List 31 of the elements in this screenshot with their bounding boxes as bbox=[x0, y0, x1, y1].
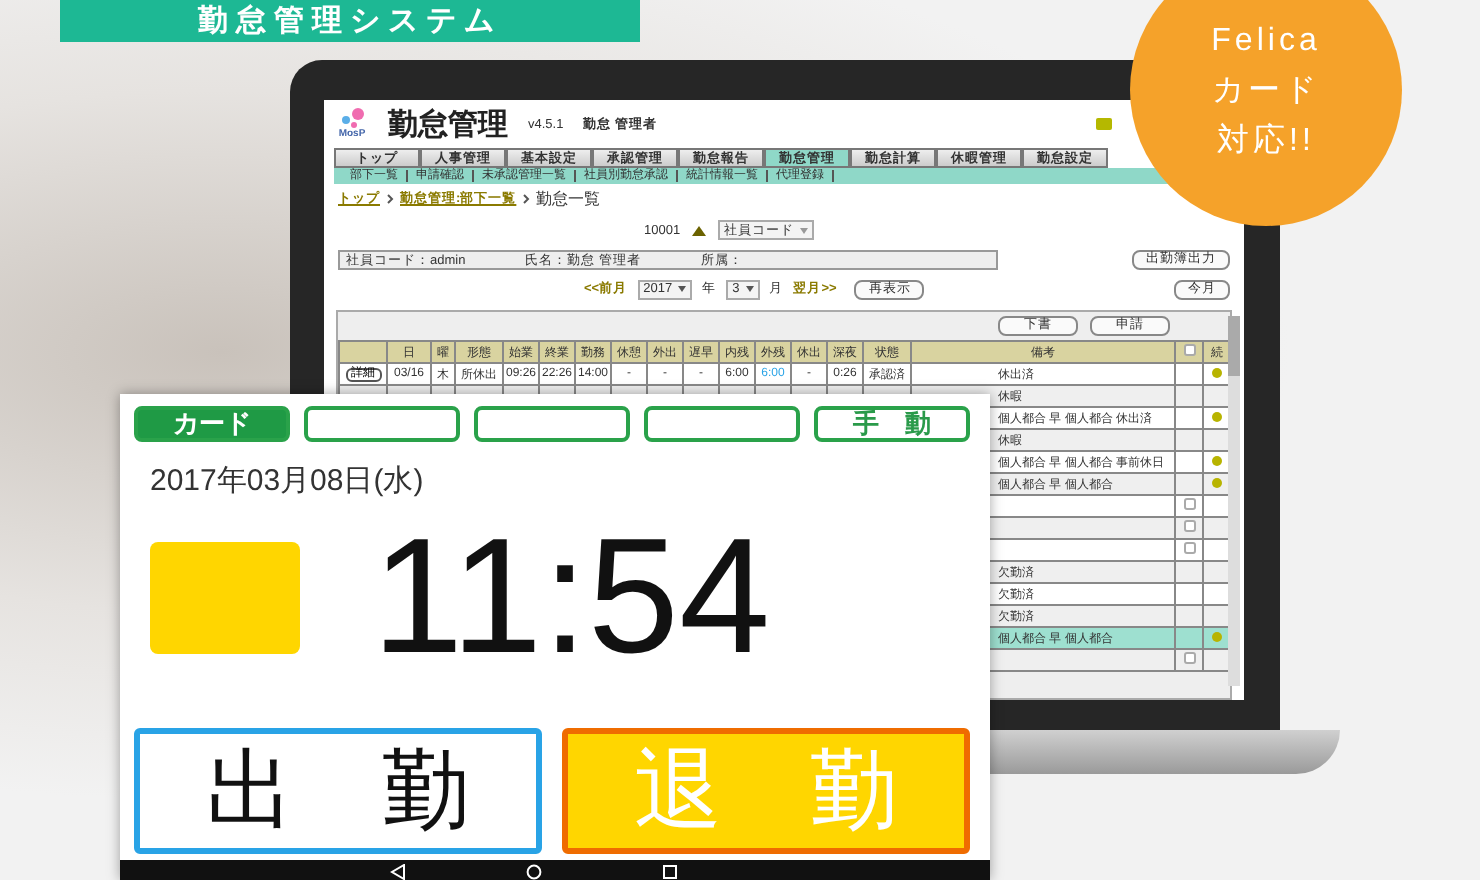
home-icon[interactable] bbox=[526, 864, 542, 880]
badge-text: Felica bbox=[1211, 21, 1321, 61]
logo-icon bbox=[336, 108, 368, 128]
scrollbar[interactable] bbox=[1228, 316, 1240, 686]
chevron-icon bbox=[386, 194, 394, 204]
mode-button[interactable] bbox=[644, 406, 800, 442]
chevron-icon bbox=[522, 194, 531, 204]
caret-icon bbox=[800, 227, 809, 233]
date-text: 2017年03月08日(水) bbox=[150, 462, 426, 498]
app-title: 勤怠管理 bbox=[388, 105, 508, 143]
triangle-up-icon bbox=[692, 225, 707, 235]
checkbox-icon[interactable] bbox=[1183, 344, 1195, 356]
clock-time: 11:54 bbox=[372, 522, 771, 672]
manual-icon[interactable] bbox=[1096, 118, 1112, 130]
clock-in-button[interactable]: 出 勤 bbox=[134, 728, 542, 854]
page-title: 勤怠一覧 bbox=[536, 188, 601, 210]
checkbox-icon[interactable] bbox=[1183, 498, 1195, 510]
caret-icon bbox=[745, 286, 754, 292]
mode-button[interactable] bbox=[304, 406, 460, 442]
checkbox-icon[interactable] bbox=[1183, 520, 1195, 532]
badge-text: 対応!! bbox=[1217, 121, 1315, 161]
mode-button[interactable]: カード bbox=[134, 406, 290, 442]
recents-icon[interactable] bbox=[662, 864, 678, 880]
back-icon[interactable] bbox=[390, 864, 406, 880]
checkbox-icon[interactable] bbox=[1183, 652, 1195, 664]
banner-title: 勤怠管理システム bbox=[198, 2, 502, 40]
badge-text: カード bbox=[1212, 71, 1320, 111]
checkbox-icon[interactable] bbox=[1183, 542, 1195, 554]
mode-button[interactable] bbox=[474, 406, 630, 442]
caret-icon bbox=[678, 286, 687, 292]
mode-button[interactable]: 手 動 bbox=[814, 406, 970, 442]
